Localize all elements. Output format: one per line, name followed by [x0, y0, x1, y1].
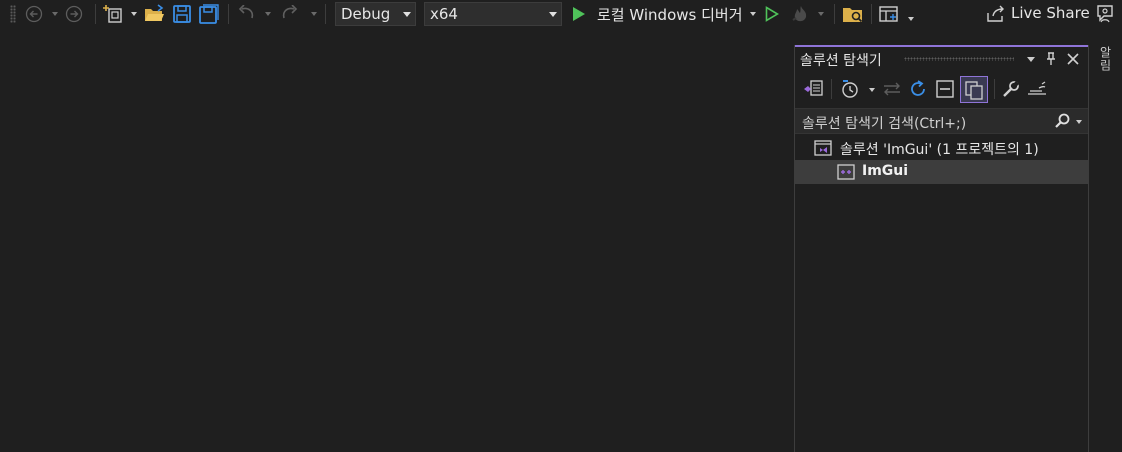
pin-icon[interactable] [1044, 51, 1058, 67]
pending-changes-dropdown-caret[interactable] [869, 88, 875, 92]
hot-reload-dropdown-caret[interactable] [818, 12, 824, 16]
panel-drag-grip[interactable] [904, 57, 1014, 61]
hot-reload-icon[interactable] [790, 3, 812, 25]
toolbar-separator [325, 4, 326, 24]
save-icon[interactable] [170, 3, 194, 25]
solution-node[interactable]: 솔루션 'ImGui' (1 프로젝트의 1) [795, 136, 1088, 160]
show-all-files-icon[interactable] [960, 76, 988, 103]
project-label: ImGui [862, 163, 909, 179]
back-icon[interactable] [24, 4, 44, 24]
panel-options-icon[interactable] [1027, 57, 1035, 62]
save-all-icon[interactable] [197, 3, 221, 25]
project-node[interactable]: ImGui [795, 160, 1088, 184]
search-input[interactable]: 솔루션 탐색기 검색(Ctrl+;) [802, 113, 966, 133]
refresh-icon[interactable] [907, 78, 929, 100]
close-icon[interactable] [1066, 51, 1080, 67]
solution-explorer-panel: 솔루션 탐색기 솔루션 탐색기 검색(Ctrl+;) 솔루션 'ImGui' (… [794, 45, 1089, 452]
feedback-icon[interactable] [1094, 3, 1116, 25]
redo-icon[interactable] [279, 4, 301, 24]
forward-icon[interactable] [64, 4, 84, 24]
live-share-icon[interactable] [985, 4, 1007, 24]
solution-label: 솔루션 'ImGui' (1 프로젝트의 1) [840, 142, 1039, 158]
panel-title: 솔루션 탐색기 [800, 53, 882, 69]
debugger-dropdown-caret[interactable] [750, 12, 756, 16]
back-dropdown-caret[interactable] [52, 12, 58, 16]
panel-active-accent [795, 45, 1088, 47]
search-icon[interactable] [1053, 112, 1071, 130]
chevron-down-icon [549, 12, 557, 17]
start-debugger-button[interactable]: 로컬 Windows 디버거 [597, 4, 743, 25]
redo-dropdown-caret[interactable] [311, 12, 317, 16]
search-options-caret[interactable] [1076, 120, 1082, 124]
editor-area[interactable] [0, 29, 794, 452]
configuration-select[interactable]: Debug [335, 2, 416, 26]
solution-explorer-search[interactable]: 솔루션 탐색기 검색(Ctrl+;) [795, 108, 1088, 134]
open-folder-icon[interactable] [143, 3, 167, 25]
undo-dropdown-caret[interactable] [265, 12, 271, 16]
file-explorer-icon[interactable] [841, 3, 865, 25]
toolbar-separator [994, 79, 995, 99]
sync-active-document-icon[interactable] [881, 78, 903, 100]
configuration-value: Debug [341, 5, 391, 23]
undo-icon[interactable] [235, 4, 257, 24]
toolbar-separator [95, 4, 96, 24]
layout-dropdown-caret[interactable] [908, 17, 914, 21]
platform-value: x64 [430, 5, 458, 23]
chevron-down-icon [403, 12, 411, 17]
toolbar-separator [831, 79, 832, 99]
pending-changes-icon[interactable] [839, 78, 861, 100]
toolbar-separator [228, 4, 229, 24]
run-icon[interactable] [571, 5, 587, 23]
toolbar-separator [834, 4, 835, 24]
new-project-dropdown-caret[interactable] [131, 12, 137, 16]
platform-select[interactable]: x64 [424, 2, 562, 26]
switch-views-icon[interactable] [801, 78, 825, 100]
collapse-all-icon[interactable] [934, 78, 956, 100]
toolbar-grip[interactable] [10, 5, 16, 23]
cpp-project-icon [836, 162, 856, 182]
solution-icon [813, 138, 833, 158]
new-project-icon[interactable] [102, 3, 126, 25]
run-no-debug-icon[interactable] [764, 5, 780, 23]
main-toolbar: Debug x64 로컬 Windows 디버거 Live Share [0, 0, 1122, 29]
toolbar-separator [871, 4, 872, 24]
layout-icon[interactable] [877, 3, 901, 25]
preview-selected-icon[interactable] [1025, 78, 1049, 100]
side-tool-strip [1089, 29, 1122, 452]
notifications-tab[interactable]: 알림 [1097, 46, 1114, 72]
properties-wrench-icon[interactable] [1000, 78, 1022, 100]
live-share-button[interactable]: Live Share [1011, 4, 1090, 22]
